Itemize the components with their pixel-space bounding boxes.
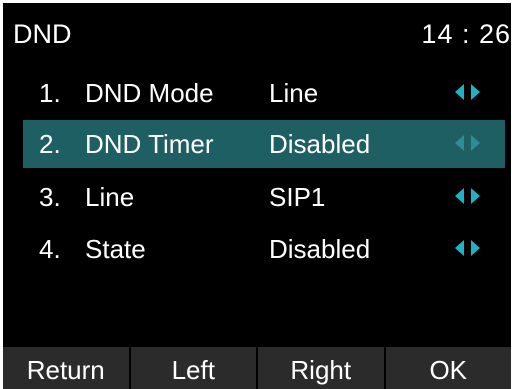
- arrow-left-icon[interactable]: [455, 240, 464, 256]
- menu-item-dnd-mode[interactable]: 1. DND Mode Line: [23, 69, 505, 117]
- arrow-right-icon[interactable]: [471, 240, 480, 256]
- option-switch-arrows[interactable]: [455, 240, 487, 258]
- clock: 14 : 26: [421, 19, 511, 49]
- menu-item-value: Disabled: [269, 129, 371, 159]
- option-switch-arrows[interactable]: [455, 84, 487, 102]
- ok-softkey[interactable]: OK: [386, 347, 512, 389]
- menu-item-value: Disabled: [269, 234, 371, 264]
- return-softkey[interactable]: Return: [3, 347, 131, 389]
- option-switch-arrows[interactable]: [455, 135, 487, 153]
- menu-item-label: Line: [85, 182, 135, 212]
- softkey-bar: Return Left Right OK: [3, 347, 511, 389]
- menu-item-label: DND Mode: [85, 78, 214, 108]
- arrow-right-icon[interactable]: [471, 84, 480, 100]
- arrow-right-icon[interactable]: [471, 135, 480, 151]
- arrow-left-icon[interactable]: [455, 135, 464, 151]
- right-softkey[interactable]: Right: [258, 347, 386, 389]
- menu-item-number: 4.: [39, 234, 61, 264]
- left-softkey[interactable]: Left: [131, 347, 258, 389]
- title-bar: DND 14 : 26: [3, 3, 511, 69]
- page-title: DND: [13, 19, 72, 49]
- option-switch-arrows[interactable]: [455, 188, 487, 206]
- menu-item-dnd-timer[interactable]: 2. DND Timer Disabled: [23, 120, 505, 168]
- menu-item-label: DND Timer: [85, 129, 214, 159]
- menu-item-value: SIP1: [269, 182, 326, 212]
- menu-item-label: State: [85, 234, 146, 264]
- menu-item-value: Line: [269, 78, 319, 108]
- menu-item-number: 3.: [39, 182, 61, 212]
- menu-item-line[interactable]: 3. Line SIP1: [23, 173, 505, 221]
- phone-screen: DND 14 : 26 1. DND Mode Line 2. DND Time…: [3, 3, 511, 389]
- menu-item-number: 2.: [39, 129, 61, 159]
- arrow-left-icon[interactable]: [455, 84, 464, 100]
- arrow-left-icon[interactable]: [455, 188, 464, 204]
- menu-item-state[interactable]: 4. State Disabled: [23, 225, 505, 273]
- menu-item-number: 1.: [39, 78, 61, 108]
- arrow-right-icon[interactable]: [471, 188, 480, 204]
